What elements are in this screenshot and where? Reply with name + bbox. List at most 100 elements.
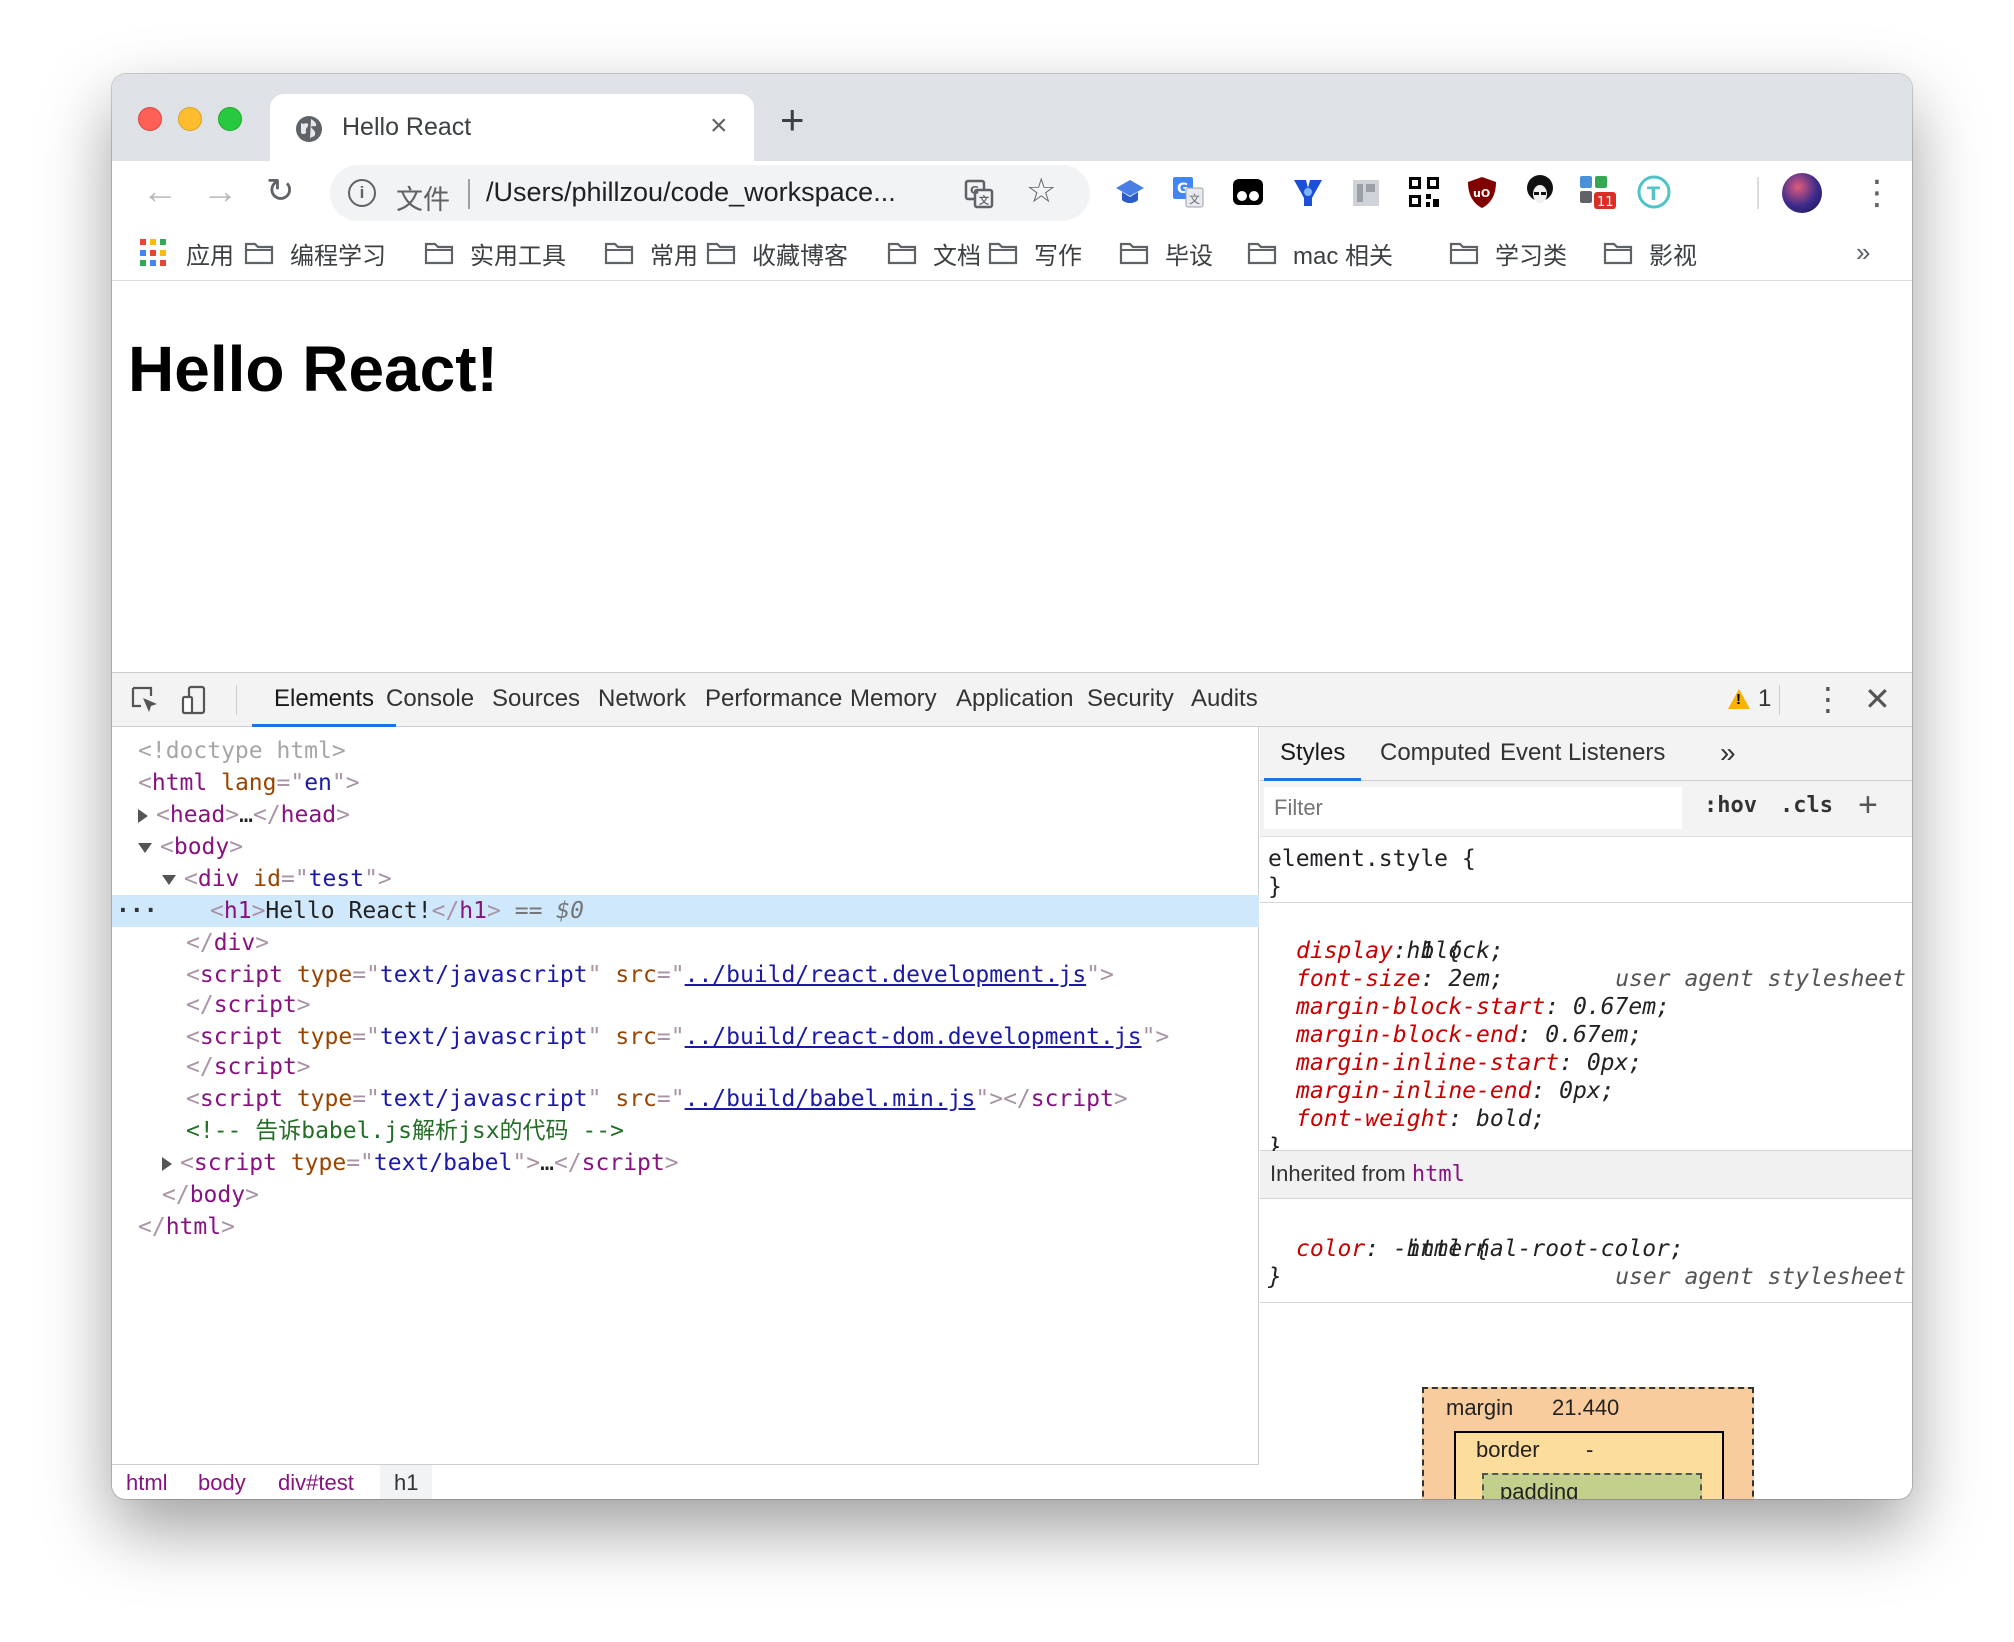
script-src-link[interactable]: ../build/react.development.js (685, 962, 1087, 988)
css-property-value[interactable]: 0px; (1587, 1050, 1642, 1076)
bookmark-folder[interactable]: 编程学习 (244, 235, 386, 271)
css-property-value[interactable]: 0px; (1559, 1078, 1614, 1104)
yoyo-extension-icon[interactable] (1290, 174, 1326, 210)
border-value[interactable]: - (1586, 1437, 1593, 1463)
h1-declaration[interactable]: margin-inline-end: 0px; (1260, 1077, 1912, 1105)
styles-filter-input[interactable] (1264, 787, 1682, 829)
dom-script-react-dom[interactable]: <script type="text/javascript" src="../b… (112, 1021, 1259, 1053)
margin-value[interactable]: 21.440 (1552, 1395, 1619, 1421)
more-tabs-chevron-icon[interactable]: » (1720, 735, 1736, 771)
bookmark-folder[interactable]: 常用 (604, 235, 698, 271)
dom-body-open[interactable]: <body> (112, 831, 1259, 863)
tab-styles[interactable]: Styles (1264, 727, 1362, 781)
ublock-extension-icon[interactable]: uO (1464, 174, 1500, 210)
dom-comment[interactable]: <!-- 告诉babel.js解析jsx的代码 --> (112, 1115, 1259, 1147)
dom-div-close[interactable]: </div> (112, 927, 1259, 959)
inspect-element-icon[interactable] (130, 685, 160, 715)
warnings-counter[interactable]: 1 (1728, 685, 1771, 713)
back-button[interactable]: ← (142, 169, 178, 213)
bookmark-folder[interactable]: 收藏博客 (706, 235, 848, 271)
minimize-window-button[interactable] (178, 107, 202, 131)
h1-declaration[interactable]: font-weight: bold; (1260, 1105, 1912, 1133)
tab-close-icon[interactable]: × (710, 108, 728, 144)
new-style-rule-button[interactable]: + (1858, 785, 1878, 825)
dom-head-collapsed[interactable]: <head>…</head> (112, 799, 1259, 831)
breadcrumb-html[interactable]: html (112, 1465, 182, 1499)
dom-doctype[interactable]: <!doctype html> (112, 735, 1259, 767)
bookmark-apps[interactable]: 应用 (140, 235, 234, 271)
bookmark-folder[interactable]: 影视 (1603, 235, 1697, 271)
clipboard-extension-icon[interactable] (1348, 174, 1384, 210)
graduation-cap-extension-icon[interactable] (1112, 174, 1148, 210)
box-model-border[interactable]: border - padding (1454, 1431, 1724, 1499)
apps-extension-icon[interactable]: 11 (1578, 174, 1618, 210)
devtools-menu-icon[interactable]: ⋮ (1812, 679, 1844, 719)
dom-script-babel-inline[interactable]: <script type="text/babel">…</script> (112, 1147, 1259, 1179)
inherited-tag-link[interactable]: html (1412, 1162, 1465, 1187)
forward-button[interactable]: → (202, 169, 238, 213)
bookmark-folder[interactable]: 实用工具 (424, 235, 566, 271)
qr-code-extension-icon[interactable] (1406, 174, 1442, 210)
expand-triangle-icon[interactable] (162, 1156, 172, 1171)
css-property-name[interactable]: font-weight (1296, 1106, 1448, 1132)
browser-menu-icon[interactable]: ⋮ (1860, 173, 1894, 213)
devtools-close-icon[interactable]: ✕ (1864, 679, 1891, 719)
close-window-button[interactable] (138, 107, 162, 131)
afro-avatar-extension-icon[interactable] (1522, 174, 1558, 210)
dom-body-close[interactable]: </body> (112, 1179, 1259, 1211)
device-toolbar-icon[interactable] (180, 685, 210, 715)
element-style-rule[interactable]: element.style { } (1260, 839, 1912, 903)
html-ua-rule[interactable]: html { user agent stylesheet color: -int… (1260, 1199, 1912, 1303)
bookmark-folder[interactable]: 文档 (887, 235, 981, 271)
class-toggle[interactable]: .cls (1780, 793, 1833, 818)
collapse-triangle-icon[interactable] (138, 842, 152, 853)
h1-declaration[interactable]: margin-inline-start: 0px; (1260, 1049, 1912, 1077)
hover-state-toggle[interactable]: :hov (1704, 793, 1757, 818)
bookmarks-overflow-chevron[interactable]: » (1856, 237, 1870, 268)
address-bar[interactable]: i 文件 /Users/phillzou/code_workspace... G… (330, 165, 1090, 221)
dom-script-react-dom-close[interactable]: </script> (112, 1051, 1259, 1083)
css-property-value[interactable]: bold; (1476, 1106, 1545, 1132)
css-property-value[interactable]: 2em; (1448, 966, 1503, 992)
dom-script-babel[interactable]: <script type="text/javascript" src="../b… (112, 1083, 1259, 1115)
h1-declaration[interactable]: margin-block-end: 0.67em; (1260, 1021, 1912, 1049)
tampermonkey-extension-icon[interactable] (1230, 174, 1266, 210)
node-actions-ellipsis-icon[interactable]: ··· (116, 895, 158, 927)
translate-t-extension-icon[interactable]: T (1636, 174, 1672, 210)
devtools-tab-audits[interactable]: Audits (1169, 673, 1280, 727)
profile-avatar[interactable] (1782, 173, 1822, 213)
dom-script-react[interactable]: <script type="text/javascript" src="../b… (112, 959, 1259, 991)
script-src-link[interactable]: ../build/babel.min.js (685, 1086, 976, 1112)
bookmark-folder[interactable]: mac 相关 (1247, 235, 1393, 271)
box-model-margin[interactable]: margin 21.440 border - padding (1422, 1387, 1754, 1499)
dom-html-open[interactable]: <html lang="en"> (112, 767, 1259, 799)
css-property-value[interactable]: 0.67em; (1545, 1022, 1642, 1048)
script-src-link[interactable]: ../build/react-dom.development.js (685, 1024, 1142, 1050)
tab-event-listeners[interactable]: Event Listeners (1484, 727, 1681, 781)
breadcrumb-body[interactable]: body (184, 1465, 260, 1499)
maximize-window-button[interactable] (218, 107, 242, 131)
bookmark-folder[interactable]: 学习类 (1449, 235, 1567, 271)
address-url[interactable]: /Users/phillzou/code_workspace... (486, 177, 936, 208)
tab-hello-react[interactable]: Hello React × (270, 94, 754, 161)
reload-button[interactable]: ↻ (266, 169, 295, 213)
translate-icon[interactable]: G 文 (964, 179, 994, 209)
breadcrumb-h1[interactable]: h1 (380, 1465, 433, 1499)
css-property-name[interactable]: margin-inline-start (1296, 1050, 1559, 1076)
dom-div-open[interactable]: <div id="test"> (112, 863, 1259, 895)
h1-ua-rule[interactable]: h1 { user agent stylesheet display: bloc… (1260, 903, 1912, 1160)
new-tab-button[interactable]: + (780, 99, 805, 141)
google-translate-extension-icon[interactable]: G 文 (1170, 174, 1206, 210)
expand-triangle-icon[interactable] (138, 808, 148, 823)
box-model-padding[interactable]: padding (1482, 1473, 1702, 1499)
dom-html-close[interactable]: </html> (112, 1211, 1259, 1243)
bookmark-folder[interactable]: 写作 (988, 235, 1082, 271)
dom-h1-selected[interactable]: ··· <h1>Hello React!</h1> == $0 (112, 895, 1259, 927)
bookmark-folder[interactable]: 毕设 (1119, 235, 1213, 271)
info-icon[interactable]: i (348, 179, 376, 207)
breadcrumb-div-test[interactable]: div#test (264, 1465, 368, 1499)
css-property-name[interactable]: margin-inline-end (1296, 1078, 1531, 1104)
css-property-value[interactable]: 0.67em; (1573, 994, 1670, 1020)
dom-script-react-close[interactable]: </script> (112, 989, 1259, 1021)
collapse-triangle-icon[interactable] (162, 874, 176, 885)
